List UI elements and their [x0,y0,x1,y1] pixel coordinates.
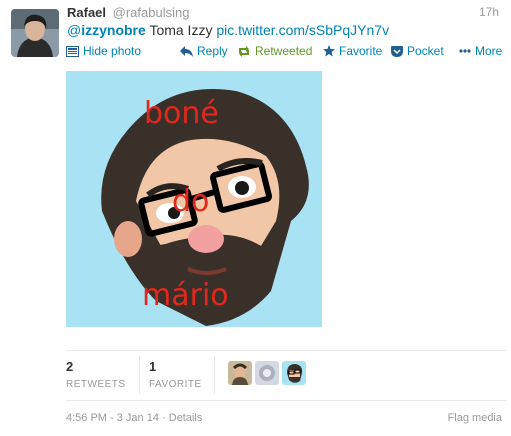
flag-media-link[interactable]: Flag media [448,412,502,424]
more-dots-icon [459,49,471,53]
reply-icon [180,45,193,57]
more-label: More [475,44,503,58]
tweet-body: Toma Izzy [149,22,213,38]
stats-divider-top [66,350,506,351]
hide-photo-label: Hide photo [83,44,142,58]
details-link[interactable]: Details [169,412,203,424]
retweets-count: 2 [66,359,74,374]
mention-link[interactable]: @izzynobre [67,22,146,38]
photo-link[interactable]: pic.twitter.com/sSbPqJYn7v [216,22,389,38]
favorites-count: 1 [149,359,157,374]
star-icon [323,45,335,57]
tweet-timestamp[interactable]: 4:56 PM - 3 Jan 14 [66,412,159,424]
tweet-footer: 4:56 PM - 3 Jan 14 · Details Flag media [66,412,506,424]
retweets-label: RETWEETS [66,379,126,390]
photo-icon [66,45,79,57]
stats-separator-1 [139,356,140,394]
tweet-text: @izzynobre Toma Izzy pic.twitter.com/sSb… [67,22,389,38]
favorite-button[interactable]: Favorite [323,44,382,58]
retweeted-button[interactable]: Retweeted [237,44,312,58]
footer-divider [66,400,506,401]
favorites-label: FAVORITE [149,379,202,390]
tweet-photo[interactable]: boné do mário [66,71,322,327]
tweet-time[interactable]: 17h [479,5,499,19]
stats-separator-2 [214,356,215,394]
reply-button[interactable]: Reply [180,44,228,58]
retweeter-avatar-1[interactable] [228,361,252,385]
user-name[interactable]: Rafael [67,5,106,20]
pocket-button[interactable]: Pocket [391,44,444,58]
cartoon-face-image: boné do mário [66,71,322,327]
favorites-stat[interactable]: 1 FAVORITE [149,359,202,390]
pocket-label: Pocket [407,44,444,58]
footer-separator: · [162,412,166,424]
favoriter-avatar[interactable] [282,361,306,385]
retweets-stat[interactable]: 2 RETWEETS [66,359,126,390]
retweet-icon [237,45,251,57]
retweeter-avatar-2[interactable] [255,361,279,385]
user-handle[interactable]: @rafabulsing [113,5,190,20]
tweet-actions: Hide photo Reply Retweeted Favorite Pock… [0,44,511,62]
reply-label: Reply [197,44,228,58]
image-text-mario: mário [142,278,229,313]
more-button[interactable]: More [459,44,502,58]
retweeted-label: Retweeted [255,44,313,58]
image-text-bone: boné [144,96,219,131]
pocket-icon [391,45,403,57]
tweet-header: Rafael @rafabulsing 17h [67,5,505,23]
hide-photo-button[interactable]: Hide photo [66,44,141,58]
image-text-do: do [172,184,209,219]
favorite-label: Favorite [339,44,383,58]
